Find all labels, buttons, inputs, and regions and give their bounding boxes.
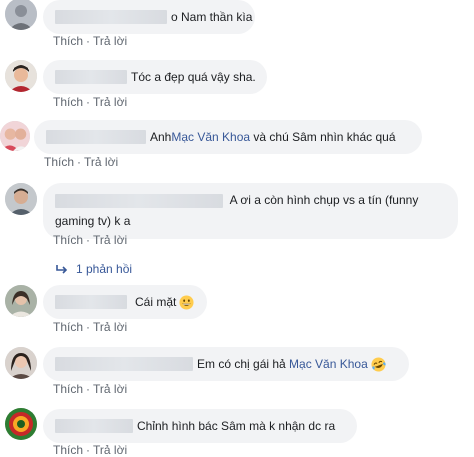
reply-link[interactable]: Trả lời	[93, 34, 127, 48]
separator: ·	[86, 34, 91, 48]
redacted-name[interactable]	[55, 70, 127, 84]
separator: ·	[86, 233, 91, 247]
avatar[interactable]	[5, 347, 37, 379]
avatar[interactable]	[5, 0, 37, 30]
reply-link[interactable]: Trả lời	[93, 95, 127, 109]
reply-link[interactable]: Trả lời	[93, 233, 127, 247]
laughing-tears-emoji-icon	[371, 356, 386, 372]
avatar[interactable]	[5, 408, 37, 440]
comment-actions: Thích · Trả lời	[53, 233, 127, 247]
comment-text: Tóc a đẹp quá vậy sha.	[131, 70, 256, 84]
comment-prefix: Em có chị gái hả	[197, 357, 290, 371]
redacted-name[interactable]	[55, 193, 223, 208]
comment-text: o Nam thần kìa	[171, 10, 253, 24]
separator: ·	[86, 382, 91, 396]
like-link[interactable]: Thích	[53, 233, 83, 247]
mention-link[interactable]: Mạc Văn Khoa	[289, 356, 368, 372]
comment-prefix: Anh	[150, 130, 172, 144]
avatar[interactable]	[5, 60, 37, 92]
separator: ·	[86, 95, 91, 109]
comment-text: Cái mặt	[135, 295, 177, 309]
reply-link[interactable]: Trả lời	[93, 443, 127, 457]
like-link[interactable]: Thích	[53, 95, 83, 109]
like-link[interactable]: Thích	[53, 34, 83, 48]
avatar[interactable]	[0, 121, 30, 151]
comment-bubble: Chỉnh hình bác Sâm mà k nhận dc ra	[43, 409, 357, 443]
comment-bubble: A ơi a còn hình chụp vs a tín (funny gam…	[43, 183, 458, 239]
comment-actions: Thích · Trả lời	[53, 320, 127, 334]
replies-count: 1 phản hồi	[76, 262, 133, 276]
comment-suffix: và chú Sâm nhìn khác quá	[250, 130, 396, 144]
comment-actions: Thích · Trả lời	[53, 443, 127, 457]
redacted-name[interactable]	[55, 10, 167, 24]
comment-bubble: o Nam thần kìa	[43, 0, 255, 34]
comment-actions: Thích · Trả lời	[53, 382, 127, 396]
comment-bubble: Tóc a đẹp quá vậy sha.	[43, 60, 267, 94]
avatar[interactable]	[5, 285, 37, 317]
grinning-emoji-icon	[179, 294, 194, 310]
mention-link[interactable]: Mạc Văn Khoa	[171, 129, 250, 145]
separator: ·	[86, 443, 91, 457]
redacted-name[interactable]	[46, 130, 146, 144]
comment-bubble: Cái mặt	[43, 285, 207, 319]
like-link[interactable]: Thích	[53, 320, 83, 334]
reply-arrow-icon	[56, 262, 68, 276]
comment-actions: Thích · Trả lời	[53, 34, 127, 48]
comment-bubble: Anh Mạc Văn Khoa và chú Sâm nhìn khác qu…	[34, 120, 422, 154]
redacted-name[interactable]	[55, 419, 133, 433]
view-replies-link[interactable]: 1 phản hồi	[56, 262, 132, 276]
avatar[interactable]	[5, 183, 37, 215]
redacted-name[interactable]	[55, 357, 193, 371]
reply-link[interactable]: Trả lời	[93, 382, 127, 396]
reply-link[interactable]: Trả lời	[84, 155, 118, 169]
comment-text: Chỉnh hình bác Sâm mà k nhận dc ra	[137, 419, 336, 433]
separator: ·	[77, 155, 82, 169]
like-link[interactable]: Thích	[44, 155, 74, 169]
separator: ·	[86, 320, 91, 334]
comment-bubble: Em có chị gái hả Mạc Văn Khoa	[43, 347, 409, 381]
redacted-name[interactable]	[55, 295, 127, 309]
comment-actions: Thích · Trả lời	[44, 155, 118, 169]
like-link[interactable]: Thích	[53, 382, 83, 396]
reply-link[interactable]: Trả lời	[93, 320, 127, 334]
like-link[interactable]: Thích	[53, 443, 83, 457]
comment-actions: Thích · Trả lời	[53, 95, 127, 109]
